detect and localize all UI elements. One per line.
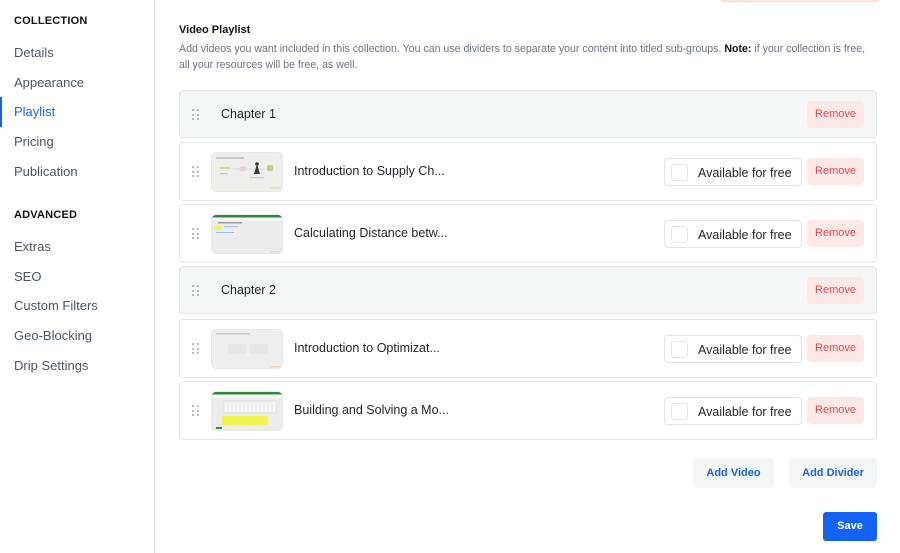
save-button[interactable]: Save [823, 512, 877, 541]
divider-label: Chapter 2 [221, 283, 276, 297]
available-for-free-toggle[interactable]: Available for free [664, 397, 802, 425]
playlist-video-row: Calculating Distance betw... Available f… [179, 204, 877, 263]
divider-label: Chapter 1 [221, 107, 276, 121]
drag-handle-icon[interactable] [192, 405, 200, 417]
note-label: Note: [724, 43, 752, 55]
video-thumbnail [211, 329, 283, 369]
sidebar-item-appearance[interactable]: Appearance [0, 68, 154, 98]
video-title: Calculating Distance betw... [294, 226, 448, 240]
add-video-button[interactable]: Add Video [693, 458, 774, 488]
video-title: Introduction to Optimizat... [294, 341, 440, 355]
remove-button[interactable]: Remove [807, 277, 864, 304]
playlist-divider-row: Chapter 2 Remove [179, 266, 877, 314]
free-checkbox[interactable] [671, 226, 688, 243]
free-checkbox[interactable] [671, 341, 688, 358]
sidebar-item-drip-settings[interactable]: Drip Settings [0, 351, 154, 381]
remove-button[interactable]: Remove [807, 397, 864, 424]
video-title: Building and Solving a Mo... [294, 403, 449, 417]
video-thumbnail [211, 391, 283, 431]
add-divider-button[interactable]: Add Divider [789, 458, 877, 488]
sidebar-item-geo-blocking[interactable]: Geo-Blocking [0, 321, 154, 351]
sidebar-item-pricing[interactable]: Pricing [0, 127, 154, 157]
section-title: Video Playlist [179, 24, 251, 36]
video-title: Introduction to Supply Ch... [294, 164, 445, 178]
sidebar-collection-list: Details Appearance Playlist Pricing Publ… [0, 38, 154, 186]
sidebar: COLLECTION Details Appearance Playlist P… [0, 0, 155, 553]
sidebar-advanced-list: Extras SEO Custom Filters Geo-Blocking D… [0, 232, 154, 380]
playlist-video-row: Introduction to Optimizat... Available f… [179, 319, 877, 378]
sidebar-item-playlist[interactable]: Playlist [0, 97, 154, 127]
free-label: Available for free [698, 343, 792, 357]
description-text: Add videos you want included in this col… [179, 43, 722, 55]
sidebar-item-seo[interactable]: SEO [0, 262, 154, 292]
remove-button[interactable]: Remove [807, 158, 864, 185]
sidebar-item-publication[interactable]: Publication [0, 157, 154, 187]
video-thumbnail [211, 152, 283, 192]
sidebar-section-collection: COLLECTION [14, 15, 88, 27]
free-label: Available for free [698, 166, 792, 180]
remove-button[interactable]: Remove [807, 220, 864, 247]
drag-handle-icon[interactable] [192, 343, 200, 355]
drag-handle-icon[interactable] [192, 109, 200, 121]
sidebar-item-custom-filters[interactable]: Custom Filters [0, 291, 154, 321]
free-checkbox[interactable] [671, 164, 688, 181]
sidebar-item-extras[interactable]: Extras [0, 232, 154, 262]
available-for-free-toggle[interactable]: Available for free [664, 335, 802, 363]
available-for-free-toggle[interactable]: Available for free [664, 220, 802, 248]
section-description: Add videos you want included in this col… [179, 41, 877, 73]
drag-handle-icon[interactable] [192, 285, 200, 297]
sidebar-item-details[interactable]: Details [0, 38, 154, 68]
remove-button[interactable]: Remove [807, 335, 864, 362]
drag-handle-icon[interactable] [192, 166, 200, 178]
playlist-video-row: Building and Solving a Mo... Available f… [179, 381, 877, 440]
playlist-divider-row: Chapter 1 Remove [179, 90, 877, 138]
free-checkbox[interactable] [671, 403, 688, 420]
video-thumbnail [211, 214, 283, 254]
drag-handle-icon[interactable] [192, 228, 200, 240]
playlist-video-row: Introduction to Supply Ch... Available f… [179, 142, 877, 201]
remove-button[interactable]: Remove [807, 101, 864, 128]
top-banner-edge [720, 0, 880, 2]
free-label: Available for free [698, 228, 792, 242]
sidebar-section-advanced: ADVANCED [14, 209, 78, 221]
available-for-free-toggle[interactable]: Available for free [664, 158, 802, 186]
free-label: Available for free [698, 405, 792, 419]
